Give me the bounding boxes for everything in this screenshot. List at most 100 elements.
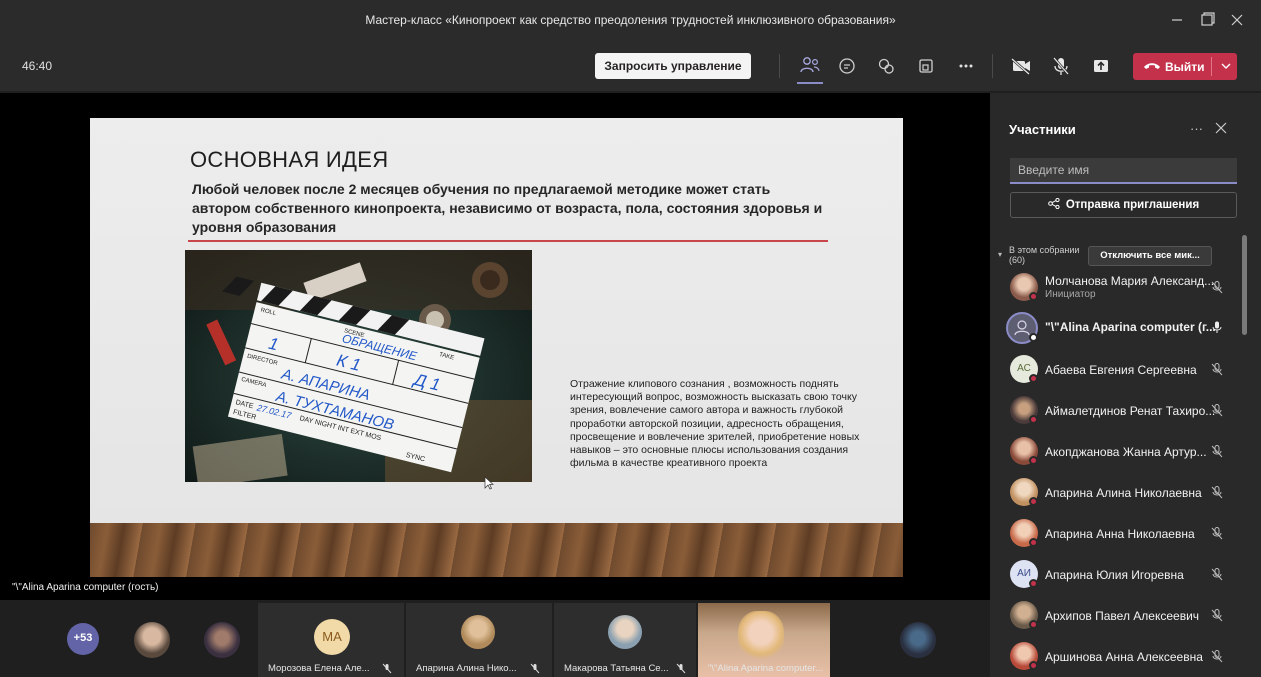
participant-name: Аймалетдинов Ренат Тахиро...: [1045, 404, 1216, 418]
mic-on-icon: [1212, 321, 1222, 333]
participant-name: "\"Alina Aparina computer (г...: [1045, 320, 1216, 334]
chat-icon[interactable]: [834, 53, 860, 79]
close-panel-icon[interactable]: [1214, 121, 1228, 135]
share-screen-icon[interactable]: [1088, 53, 1114, 79]
participant-row[interactable]: Аймалетдинов Ренат Тахиро...: [990, 390, 1242, 430]
participants-icon[interactable]: [797, 53, 823, 79]
send-invite-label: Отправка приглашения: [1065, 199, 1200, 211]
tile-name: Морозова Елена Але...: [268, 663, 370, 674]
presenter-name-label: "\"Alina Aparina computer (гость): [12, 582, 159, 593]
rooms-icon[interactable]: [913, 53, 939, 79]
presentation-slide: ОСНОВНАЯ ИДЕЯ Любой человек после 2 меся…: [90, 118, 903, 577]
tile-name: Апарина Алина Нико...: [416, 663, 517, 674]
participant-avatar: [461, 615, 495, 649]
participant-row[interactable]: Аршинова Анна Алексеевна: [990, 636, 1242, 676]
participant-avatar[interactable]: [134, 622, 170, 658]
mute-all-button[interactable]: Отключить все мик...: [1088, 246, 1212, 266]
share-link-icon: [1048, 197, 1060, 210]
status-dot: [1029, 456, 1038, 465]
initials: АИ: [1017, 568, 1031, 579]
participant-name: Архипов Павел Алексеевич: [1045, 609, 1200, 623]
video-strip: +53 МА Морозова Елена Але... Апарина Али…: [0, 600, 990, 677]
leave-divider: [1211, 57, 1212, 76]
participant-row[interactable]: "\"Alina Aparina computer (г...: [990, 307, 1242, 347]
teams-meeting-window: Мастер-класс «Кинопроект как средство пр…: [0, 0, 1261, 677]
mouse-cursor-icon: [484, 476, 494, 490]
chevron-down-icon[interactable]: [1218, 56, 1234, 76]
reactions-icon[interactable]: [873, 53, 899, 79]
mic-off-icon: [1211, 609, 1223, 622]
slide-lead-text: Любой человек после 2 месяцев обучения п…: [192, 181, 823, 235]
mic-off-icon: [1211, 404, 1223, 417]
tile-name: "\"Alina Aparina computer...: [708, 663, 824, 674]
participant-search-input[interactable]: [1010, 158, 1237, 184]
mic-off-icon: [382, 663, 392, 674]
status-dot: [1029, 415, 1038, 424]
participant-row[interactable]: Молчанова Мария Александ... Инициатор: [990, 267, 1242, 307]
mic-off-icon: [676, 663, 686, 674]
request-control-button[interactable]: Запросить управление: [595, 53, 751, 79]
participant-row[interactable]: АИ Апарина Юлия Игоревна: [990, 554, 1242, 594]
mic-off-icon: [1211, 445, 1223, 458]
in-meeting-section-label: В этом собрании (60): [1009, 245, 1080, 265]
status-dot: [1029, 579, 1038, 588]
title-bar: Мастер-класс «Кинопроект как средство пр…: [0, 0, 1261, 40]
mic-off-icon: [1211, 650, 1223, 663]
hang-up-icon: [1144, 63, 1160, 69]
tile-name: Макарова Татьяна Се...: [564, 663, 669, 674]
participant-avatar[interactable]: [900, 622, 936, 658]
leave-button[interactable]: Выйти: [1133, 53, 1237, 80]
slide-divider: [188, 240, 828, 242]
participant-name: Аршинова Анна Алексеевна: [1045, 650, 1203, 664]
panel-more-icon[interactable]: ···: [1190, 121, 1203, 136]
leave-label: Выйти: [1165, 60, 1205, 74]
slide-body-text: Отражение клипового сознания , возможнос…: [570, 378, 860, 470]
status-dot: [1029, 620, 1038, 629]
status-dot: [1029, 292, 1038, 301]
slide-title: ОСНОВНАЯ ИДЕЯ: [190, 147, 389, 172]
more-actions-icon[interactable]: [953, 53, 979, 79]
mic-off-icon: [1211, 527, 1223, 540]
meeting-toolbar: 46:40 Запросить управление Выйти: [0, 40, 1261, 92]
section-collapse-icon[interactable]: ▾: [998, 250, 1002, 259]
video-tile[interactable]: МА Морозова Елена Але...: [258, 603, 404, 677]
participants-panel: Участники ··· Отправка приглашения ▾ В э…: [990, 93, 1261, 677]
video-tile[interactable]: Макарова Татьяна Се...: [554, 603, 696, 677]
overflow-participants-button[interactable]: +53: [67, 623, 99, 655]
participant-row[interactable]: АС Абаева Евгения Сергеевна: [990, 349, 1242, 389]
toolbar-divider: [779, 54, 780, 78]
participant-name: Апарина Юлия Игоревна: [1045, 568, 1184, 582]
mic-off-icon: [1211, 568, 1223, 581]
mic-off-icon: [1211, 363, 1223, 376]
close-window-icon[interactable]: [1223, 6, 1251, 34]
participant-avatar: [608, 615, 642, 649]
mic-off-icon[interactable]: [1048, 53, 1074, 79]
mic-off-icon: [1211, 486, 1223, 499]
panel-scrollbar[interactable]: [1242, 235, 1247, 335]
participant-avatar[interactable]: [204, 622, 240, 658]
mic-off-icon: [530, 663, 540, 674]
participant-name: Молчанова Мария Александ...: [1045, 274, 1215, 288]
presenter-video-face: [738, 611, 784, 663]
presenter-video-tile[interactable]: "\"Alina Aparina computer...: [698, 603, 830, 677]
participant-row[interactable]: Апарина Анна Николаевна: [990, 513, 1242, 553]
participant-row[interactable]: Архипов Павел Алексеевич: [990, 595, 1242, 635]
participant-name: Апарина Анна Николаевна: [1045, 527, 1195, 541]
initials: АС: [1017, 363, 1031, 374]
participants-active-indicator: [797, 82, 823, 84]
overflow-count: +53: [73, 632, 93, 644]
status-dot: [1029, 661, 1038, 670]
status-dot: [1029, 374, 1038, 383]
shared-content-stage: ОСНОВНАЯ ИДЕЯ Любой человек после 2 меся…: [0, 93, 990, 600]
video-tile[interactable]: Апарина Алина Нико...: [406, 603, 552, 677]
participant-role: Инициатор: [1045, 289, 1096, 300]
toolbar-divider: [992, 54, 993, 78]
participant-row[interactable]: Апарина Алина Николаевна: [990, 472, 1242, 512]
camera-off-icon[interactable]: [1008, 53, 1034, 79]
participant-row[interactable]: Акопджанова Жанна Артур...: [990, 431, 1242, 471]
maximize-icon[interactable]: [1193, 6, 1221, 34]
minimize-icon[interactable]: [1163, 6, 1191, 34]
participant-initials-avatar: МА: [314, 619, 350, 655]
send-invite-button[interactable]: Отправка приглашения: [1010, 192, 1237, 218]
status-dot: [1029, 333, 1038, 342]
